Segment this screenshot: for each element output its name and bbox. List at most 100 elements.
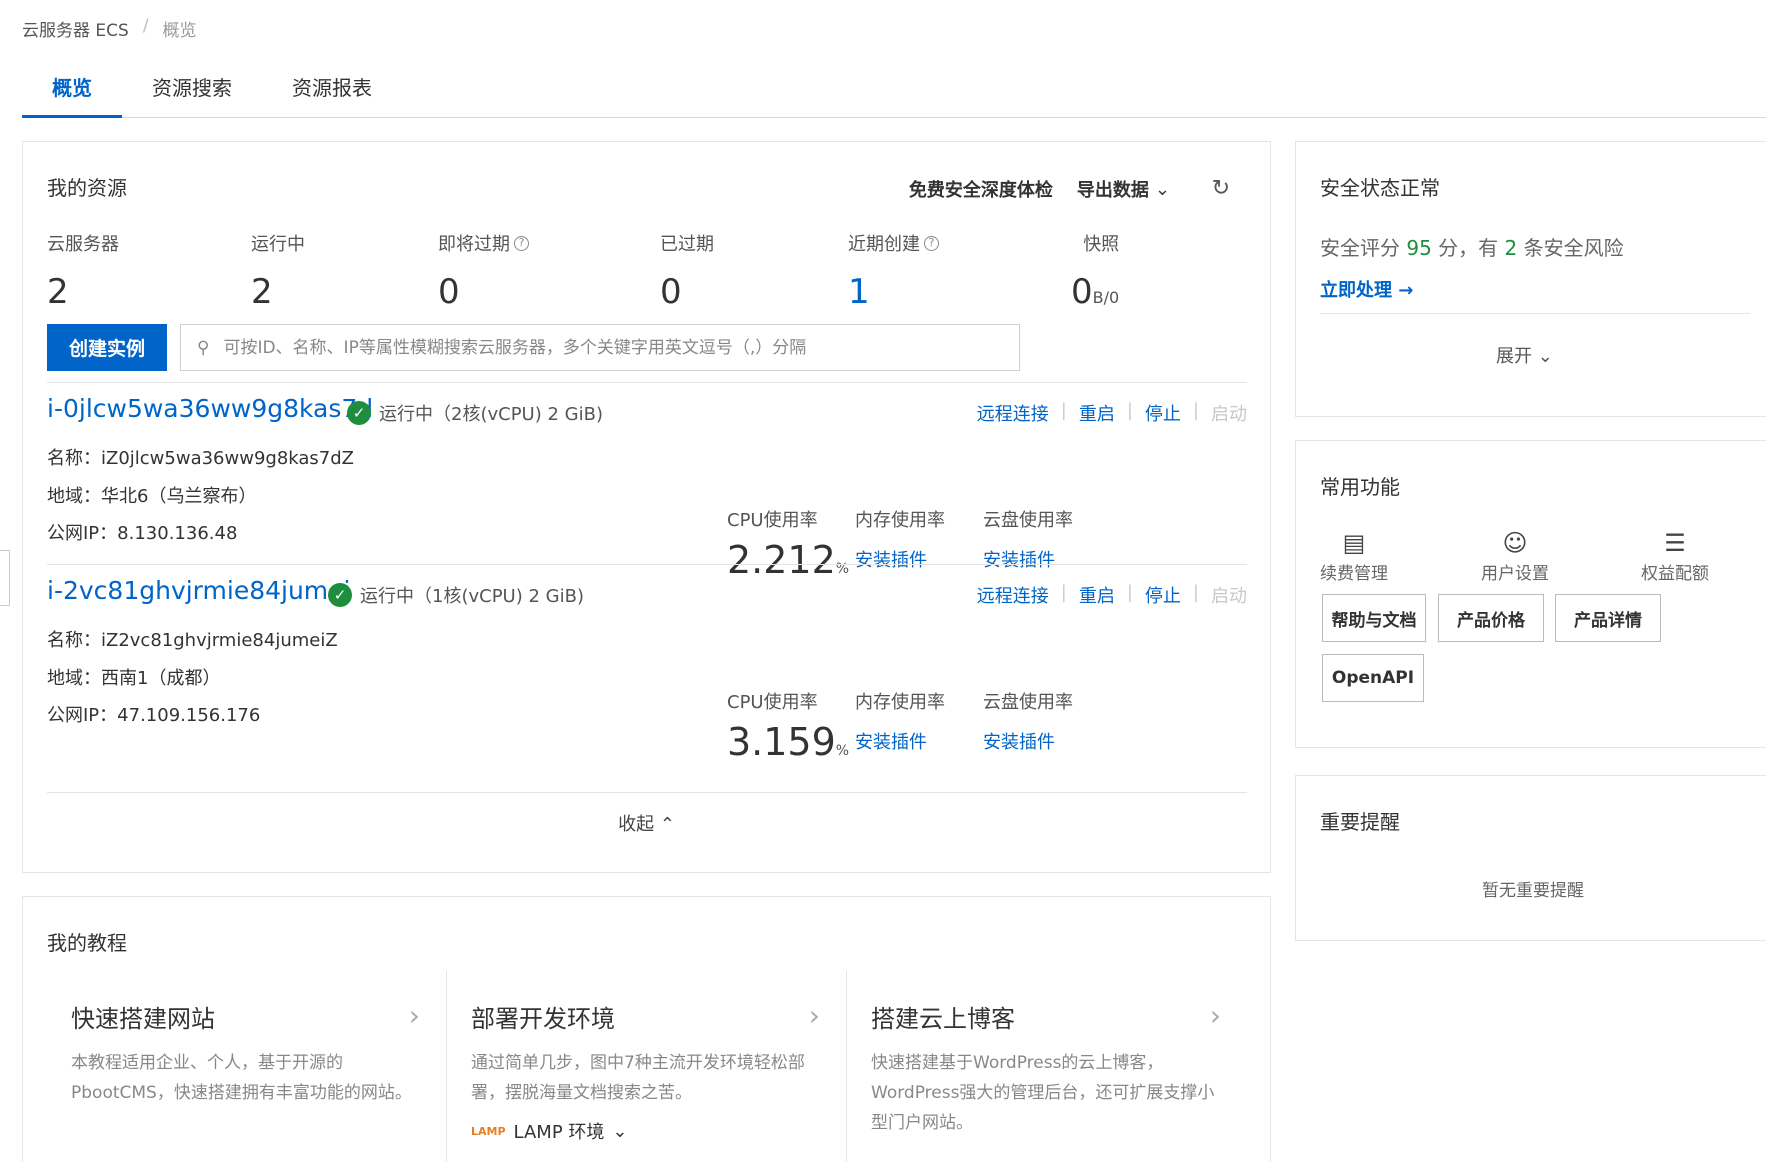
- search-input[interactable]: [223, 337, 1019, 358]
- stat-value[interactable]: 0: [660, 272, 714, 312]
- security-title: 安全状态正常: [1320, 176, 1440, 200]
- product-details-button[interactable]: 产品详情: [1555, 594, 1661, 642]
- security-check-button[interactable]: 免费安全深度体检: [909, 176, 1053, 202]
- divider: [1320, 313, 1750, 314]
- check-circle-icon: ✓: [347, 401, 371, 425]
- stat-label-row: 近期创建?: [848, 230, 939, 256]
- stat-snapshot: 快照 0B/0: [1071, 230, 1119, 312]
- my-resources-card: 我的资源 免费安全深度体检 导出数据 ⌄ ↻ 云服务器 2 运行中 2 即将过期?…: [22, 141, 1271, 873]
- restart-link[interactable]: 重启: [1079, 400, 1115, 426]
- refresh-icon[interactable]: ↻: [1212, 176, 1230, 201]
- stat-label: 云服务器: [47, 234, 119, 255]
- breadcrumb-separator: /: [142, 16, 149, 36]
- side-panel-handle[interactable]: [0, 550, 10, 606]
- help-icon[interactable]: ?: [514, 235, 529, 251]
- stat-label: 快照: [1083, 234, 1120, 255]
- install-plugin-link[interactable]: 安装插件: [983, 728, 1073, 754]
- quota-icon: ☰: [1664, 529, 1686, 557]
- memory-metric: 内存使用率 安装插件: [855, 688, 945, 754]
- disk-label: 云盘使用率: [983, 692, 1073, 713]
- score-prefix: 安全评分: [1320, 236, 1400, 260]
- resources-title: 我的资源: [47, 176, 127, 200]
- tutorial-desc: 快速搭建基于WordPress的云上博客，WordPress强大的管理后台，还可…: [871, 1053, 1215, 1133]
- stop-link[interactable]: 停止: [1145, 582, 1181, 608]
- expand-label: 展开: [1496, 346, 1532, 367]
- breadcrumb: 云服务器 ECS / 概览: [22, 16, 197, 41]
- start-link: 启动: [1211, 404, 1247, 425]
- double-chevron-up-icon: ⌃: [659, 814, 675, 835]
- stat-running: 运行中 2: [251, 230, 305, 312]
- tab-overview[interactable]: 概览: [22, 70, 122, 118]
- renew-icon: ▤: [1342, 529, 1366, 557]
- tab-resource-search[interactable]: 资源搜索: [122, 70, 262, 118]
- stop-link[interactable]: 停止: [1145, 400, 1181, 426]
- lamp-logo-icon: LAMP: [471, 1124, 506, 1138]
- instance-ops: 远程连接 | 重启 | 停止 | 启动: [976, 582, 1247, 608]
- status-text: 运行中（2核(vCPU) 2 GiB): [379, 404, 603, 425]
- collapse-label: 收起: [618, 814, 655, 835]
- instance-search: ⚲: [180, 324, 1020, 371]
- start-link: 启动: [1211, 586, 1247, 607]
- user-settings-item[interactable]: ☺ 用户设置: [1481, 529, 1549, 584]
- create-instance-button[interactable]: 创建实例: [47, 324, 167, 371]
- cpu-unit: %: [835, 743, 850, 759]
- chevron-right-icon: ›: [808, 999, 820, 1032]
- remote-connect-link[interactable]: 远程连接: [977, 400, 1049, 426]
- install-plugin-link[interactable]: 安装插件: [855, 546, 945, 572]
- breadcrumb-root[interactable]: 云服务器 ECS: [22, 16, 129, 41]
- instance-id-link[interactable]: i-0jlcw5wa36ww9g8kas7d: [47, 394, 373, 423]
- stat-label-row: 即将过期?: [438, 230, 529, 256]
- install-plugin-link[interactable]: 安装插件: [983, 546, 1073, 572]
- disk-label: 云盘使用率: [983, 510, 1073, 531]
- environment-selector[interactable]: LAMP LAMP 环境 ⌄: [471, 1118, 822, 1144]
- quota-item[interactable]: ☰ 权益配额: [1641, 529, 1709, 584]
- breadcrumb-current: 概览: [162, 21, 197, 41]
- common-functions-card: 常用功能 ▤ 续费管理 ☺ 用户设置 ☰ 权益配额 帮助与文档 产品价格 产品详…: [1295, 440, 1766, 748]
- help-icon[interactable]: ?: [924, 235, 939, 251]
- tab-resource-report[interactable]: 资源报表: [262, 70, 402, 118]
- remote-connect-link[interactable]: 远程连接: [977, 582, 1049, 608]
- cpu-label: CPU使用率: [727, 692, 818, 713]
- instance-status: ✓ 运行中（2核(vCPU) 2 GiB): [347, 400, 603, 426]
- important-reminders-card: 重要提醒 暂无重要提醒: [1295, 775, 1766, 941]
- cpu-metric: CPU使用率 3.159%: [727, 688, 849, 764]
- openapi-button[interactable]: OpenAPI: [1322, 654, 1424, 702]
- export-data-label: 导出数据: [1076, 180, 1149, 201]
- handle-now-link[interactable]: 立即处理 →: [1320, 276, 1413, 302]
- restart-link[interactable]: 重启: [1079, 582, 1115, 608]
- tutorial-item[interactable]: 快速搭建网站 › 本教程适用企业、个人，基于开源的PbootCMS，快速搭建拥有…: [47, 971, 447, 1162]
- stat-value[interactable]: 2: [251, 272, 305, 312]
- instance-row: i-0jlcw5wa36ww9g8kas7d ✓ 运行中（2核(vCPU) 2 …: [47, 394, 1247, 582]
- stat-label: 近期创建: [848, 234, 920, 255]
- cpu-value-row: 3.159%: [727, 720, 849, 764]
- stat-value[interactable]: 2: [47, 272, 119, 312]
- stat-expiring: 即将过期? 0: [438, 230, 529, 312]
- stat-value: 0: [1071, 272, 1093, 312]
- help-docs-button[interactable]: 帮助与文档: [1322, 594, 1426, 642]
- disk-metric: 云盘使用率 安装插件: [983, 506, 1073, 572]
- collapse-button[interactable]: 收起 ⌃: [23, 810, 1270, 836]
- export-data-button[interactable]: 导出数据 ⌄: [1077, 176, 1170, 202]
- memory-label: 内存使用率: [855, 510, 945, 531]
- instance-id-link[interactable]: i-2vc81ghvjrmie84jumei: [47, 576, 350, 605]
- tutorials-title: 我的教程: [47, 931, 127, 955]
- memory-metric: 内存使用率 安装插件: [855, 506, 945, 572]
- tutorial-item[interactable]: 部署开发环境 › 通过简单几步，图中7种主流开发环境轻松部署，摆脱海量文档搜索之…: [447, 971, 847, 1162]
- tutorial-desc: 本教程适用企业、个人，基于开源的PbootCMS，快速搭建拥有丰富功能的网站。: [71, 1053, 412, 1103]
- reminders-title: 重要提醒: [1320, 810, 1400, 834]
- stat-value-row[interactable]: 0B/0: [1071, 272, 1119, 312]
- stat-value[interactable]: 0: [438, 272, 529, 312]
- score-value: 95: [1406, 236, 1432, 260]
- divider: [47, 564, 1247, 565]
- environment-label: LAMP 环境: [513, 1122, 605, 1143]
- chevron-right-icon: ›: [1209, 999, 1221, 1032]
- install-plugin-link[interactable]: 安装插件: [855, 728, 945, 754]
- divider: [47, 382, 1247, 383]
- expand-button[interactable]: 展开 ⌄: [1496, 342, 1553, 368]
- instance-row: i-2vc81ghvjrmie84jumei ✓ 运行中（1核(vCPU) 2 …: [47, 576, 1247, 764]
- renew-management-item[interactable]: ▤ 续费管理: [1320, 529, 1388, 584]
- product-price-button[interactable]: 产品价格: [1438, 594, 1544, 642]
- stat-value[interactable]: 1: [848, 272, 939, 312]
- tutorial-item[interactable]: 搭建云上博客 › 快速搭建基于WordPress的云上博客，WordPress强…: [847, 971, 1247, 1162]
- chevron-right-icon: ›: [408, 999, 420, 1032]
